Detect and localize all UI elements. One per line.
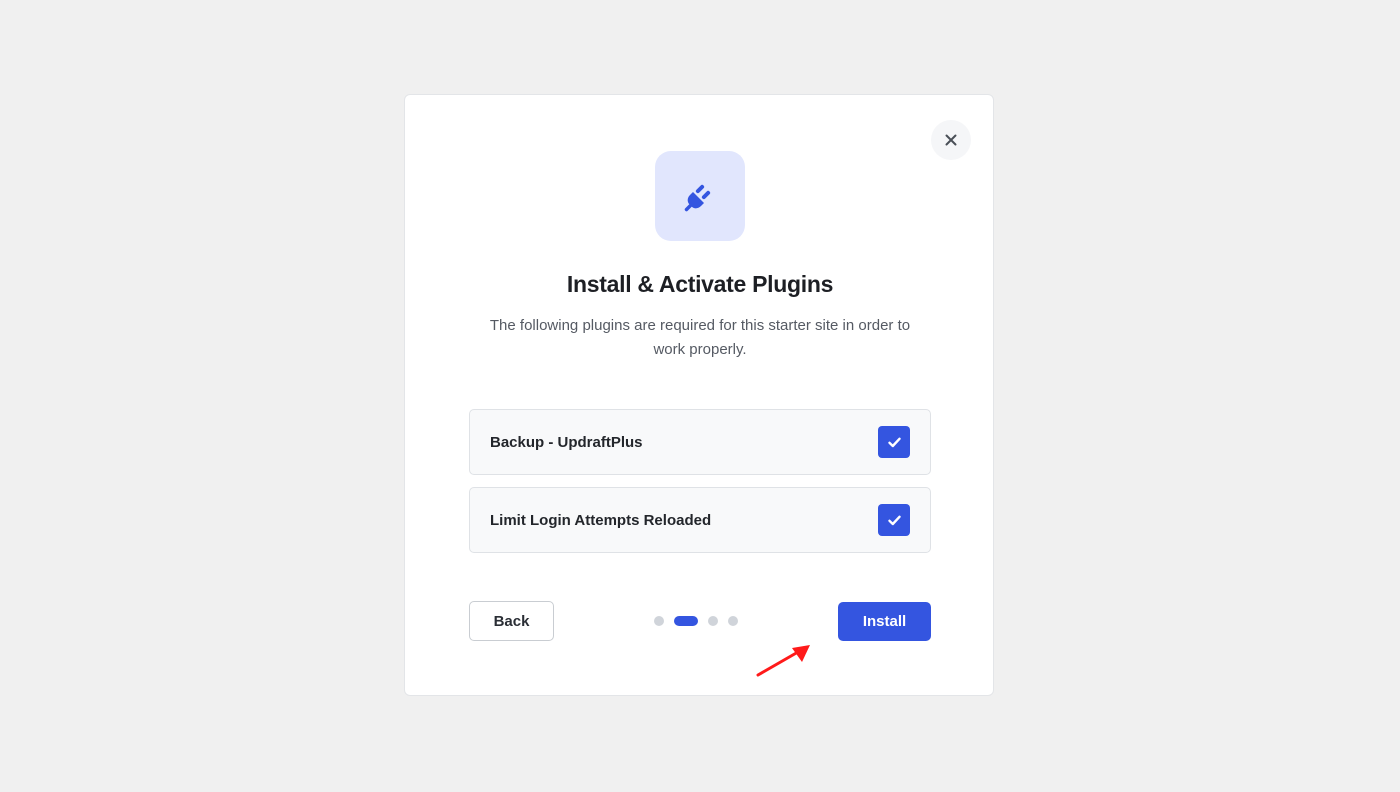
close-icon [945, 134, 957, 146]
step-indicator [654, 616, 738, 626]
red-arrow-icon [756, 645, 810, 677]
install-button[interactable]: Install [838, 602, 931, 641]
modal-subtitle: The following plugins are required for t… [489, 317, 911, 358]
step-dot-2-active [674, 616, 698, 626]
plugin-name: Backup - UpdraftPlus [490, 433, 643, 451]
plugin-checkbox-limit-login[interactable] [878, 504, 910, 536]
plugin-icon-tile [655, 151, 745, 241]
checkmark-icon [887, 515, 901, 525]
step-dot-4 [728, 616, 738, 626]
modal-title: Install & Activate Plugins [566, 271, 834, 297]
plugin-row-updraftplus[interactable]: Backup - UpdraftPlus [469, 409, 931, 475]
close-button[interactable] [931, 120, 971, 160]
plugin-name: Limit Login Attempts Reloaded [490, 511, 712, 529]
back-button[interactable]: Back [469, 601, 554, 641]
step-dot-3 [708, 616, 718, 626]
plugin-checkbox-updraftplus[interactable] [878, 426, 910, 458]
checkmark-icon [887, 437, 901, 447]
plugin-row-limit-login[interactable]: Limit Login Attempts Reloaded [469, 487, 931, 553]
install-plugins-modal: Install & Activate Plugins The following… [404, 94, 994, 696]
step-dot-1 [654, 616, 664, 626]
plug-icon [684, 184, 711, 212]
